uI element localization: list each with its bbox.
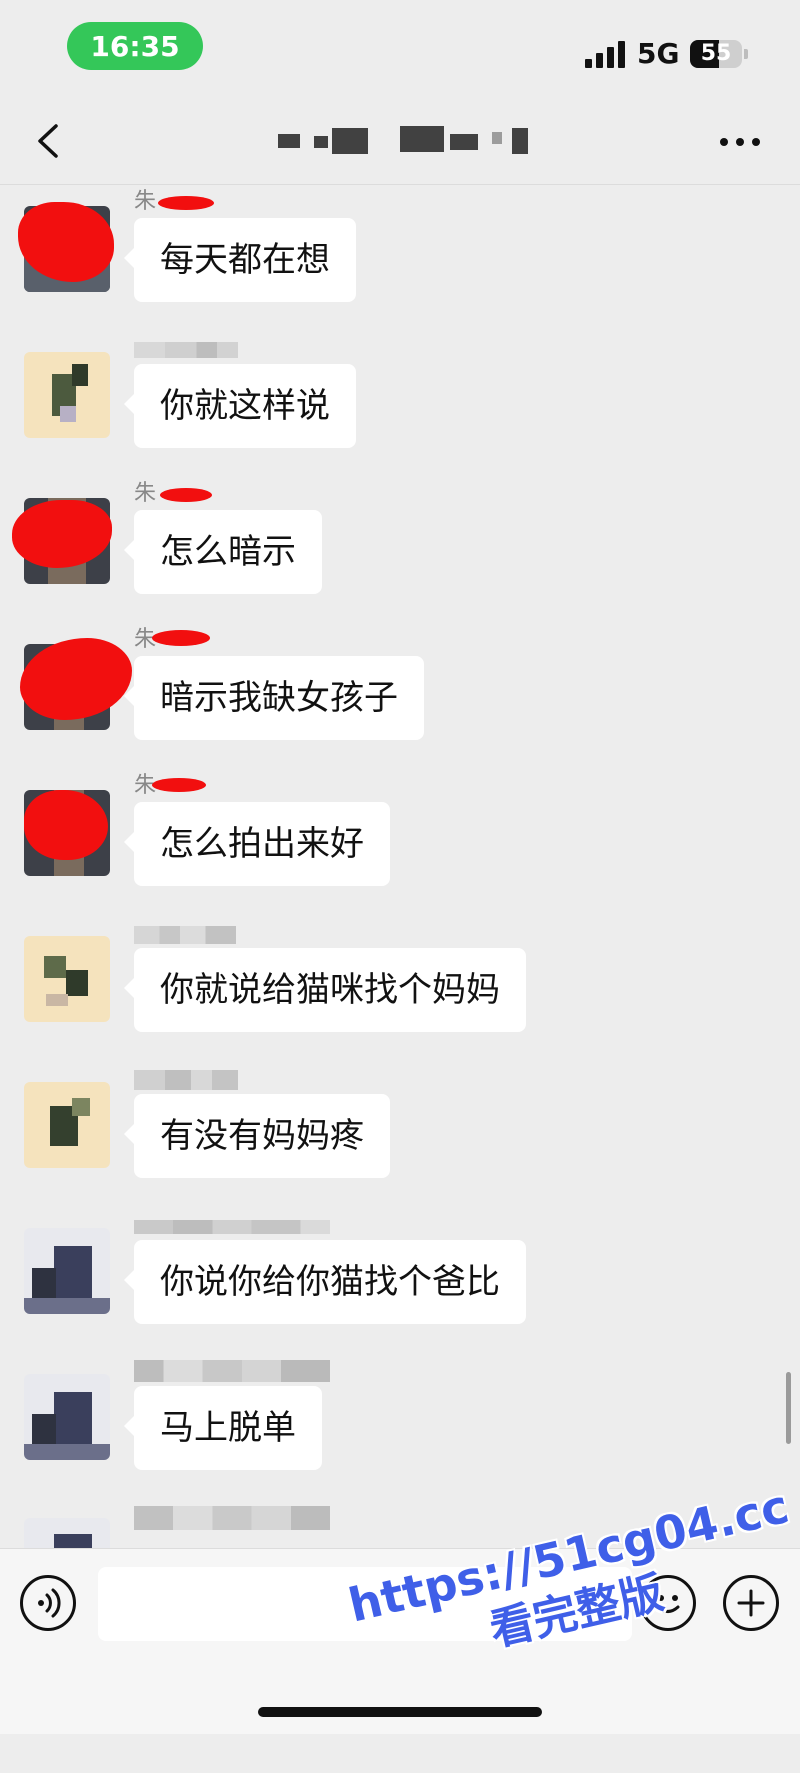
sender-name: 朱 [134, 189, 157, 214]
battery-level: 55 [700, 41, 732, 66]
sender-redaction-mark [152, 778, 206, 792]
message-bubble[interactable]: 你就这样说 [124, 364, 356, 448]
message-bubble[interactable]: 怎么拍出来好 [124, 802, 390, 886]
message-bubble[interactable]: 马上脱单 [124, 1386, 322, 1470]
message-bubble[interactable]: 有没有妈妈疼 [124, 1094, 390, 1178]
sender-redaction-mark [160, 488, 212, 502]
status-time: 16:35 [67, 22, 203, 70]
avatar[interactable] [24, 352, 110, 438]
scrollbar-thumb[interactable] [786, 1372, 791, 1444]
sender-pixelated [134, 1506, 330, 1530]
chat-title-redacted [270, 124, 540, 158]
message-bubble[interactable]: 每天都在想 [124, 218, 356, 302]
sender-pixelated [134, 1360, 330, 1382]
avatar-redaction-mark [24, 790, 108, 860]
nav-bar [0, 100, 800, 185]
sender-pixelated [134, 1070, 238, 1090]
message-bubble[interactable]: 你就说给猫咪找个妈妈 [124, 948, 526, 1032]
voice-button[interactable] [20, 1575, 76, 1631]
sender-pixelated [134, 1220, 330, 1234]
voice-icon [38, 1588, 61, 1618]
sender-pixelated [134, 926, 236, 944]
message-bubble[interactable]: 暗示我缺女孩子 [124, 656, 424, 740]
sender-pixelated [134, 342, 238, 358]
back-icon[interactable] [28, 118, 72, 164]
avatar[interactable] [24, 1228, 110, 1314]
signal-icon [585, 40, 627, 68]
status-bar: 16:35 5G 55 [0, 0, 800, 100]
sender-redaction-mark [152, 630, 210, 646]
network-type: 5G [637, 37, 680, 70]
sender-name: 朱 [134, 481, 157, 506]
message-bubble[interactable]: 怎么暗示 [124, 510, 322, 594]
more-icon[interactable] [720, 138, 760, 148]
avatar[interactable] [24, 936, 110, 1022]
message-bubble[interactable]: 你说你给你猫找个爸比 [124, 1240, 526, 1324]
battery-tip [744, 49, 748, 59]
avatar[interactable] [24, 1082, 110, 1168]
sender-redaction-mark [158, 196, 214, 210]
avatar[interactable] [24, 1374, 110, 1460]
battery-icon: 55 [690, 40, 742, 68]
